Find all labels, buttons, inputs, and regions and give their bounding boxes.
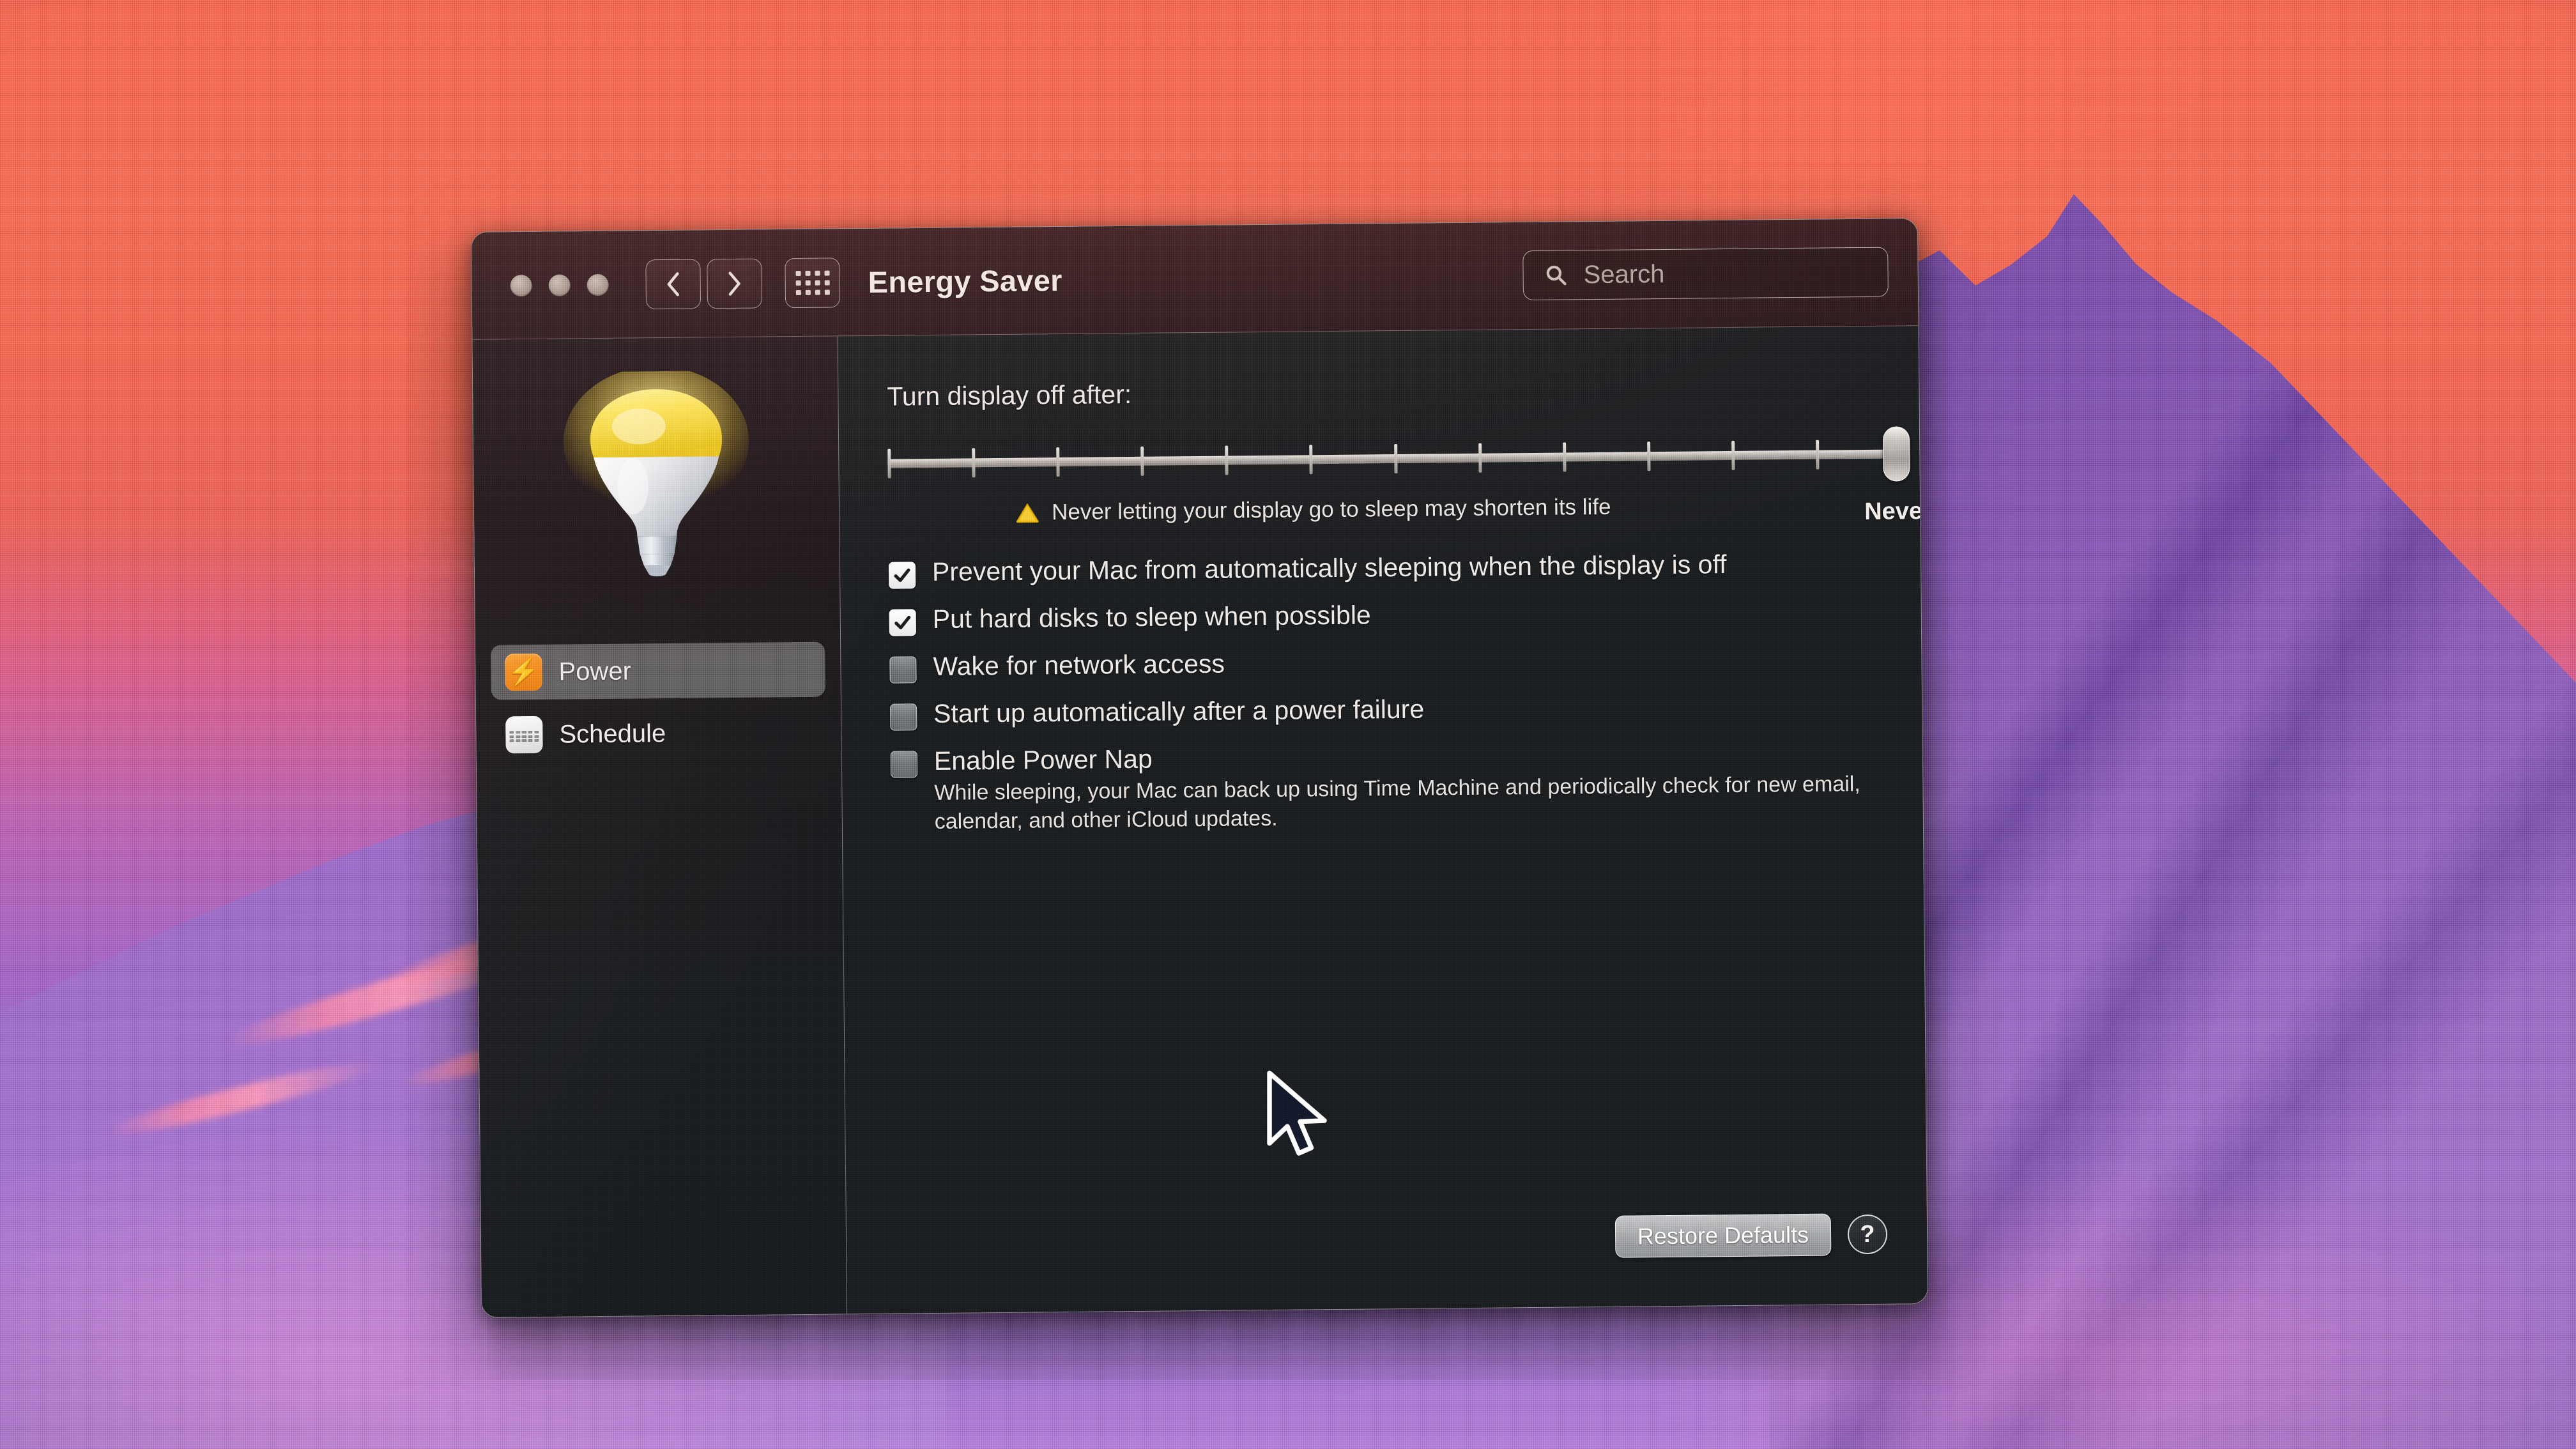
zoom-button[interactable] [586,273,609,296]
show-all-button[interactable] [785,257,841,308]
checkbox-list[interactable]: Prevent your Mac from automatically slee… [888,549,1923,836]
search-icon [1546,265,1567,286]
display-sleep-label: Turn display off after: [887,379,1132,411]
slider-tick [1478,443,1482,473]
sidebar-item-power[interactable]: ⚡ Power [491,641,825,700]
slider-tick [1562,442,1567,472]
grid-icon [795,270,830,295]
checkbox-label: Enable Power Nap [933,744,1153,776]
content-pane: Turn display off after: Never Never lett… [838,326,1928,1314]
search-field[interactable]: Search [1522,247,1889,301]
energy-saver-window[interactable]: Energy Saver Search ⚡ Power Schedule Tur… [470,218,1929,1318]
window-titlebar: Energy Saver Search [471,218,1919,340]
checkbox-startup-after-power-failure[interactable] [890,703,917,731]
slider-tick [1225,445,1229,475]
window-body: ⚡ Power Schedule Turn display off after: [472,326,1928,1317]
warning-triangle-icon [1016,503,1039,523]
slider-warning-text: Never letting your display go to sleep m… [1051,494,1611,525]
slider-tick [887,448,891,479]
mouse-cursor [1267,1070,1327,1156]
checkbox-label: Prevent your Mac from automatically slee… [931,549,1727,587]
help-button[interactable]: ? [1847,1214,1888,1255]
close-button[interactable] [510,274,532,296]
sidebar-item-schedule[interactable]: Schedule [491,705,826,763]
sky-glow-top-right [1661,0,2236,256]
forward-chevron-icon [728,271,740,296]
checkbox-hard-disk-sleep[interactable] [889,609,916,636]
checkmark-icon [894,615,911,629]
navigation-buttons[interactable] [645,258,763,309]
slider-tick [1816,440,1820,470]
checkbox-label: Wake for network access [933,648,1225,681]
sidebar-item-label: Schedule [559,719,666,749]
sidebar-item-label: Power [558,657,632,686]
lightbulb-icon [563,370,749,577]
checkbox-label: Start up automatically after a power fai… [933,694,1425,728]
search-placeholder: Search [1583,259,1665,289]
checkbox-row-wake-network[interactable]: Wake for network access [889,643,1921,684]
footer-buttons[interactable]: Restore Defaults ? [1614,1213,1888,1258]
checkbox-prevent-sleep[interactable] [888,562,916,589]
slider-tick [1056,447,1060,477]
checkbox-label: Put hard disks to sleep when possible [932,600,1371,634]
display-sleep-slider[interactable]: Never [887,426,1928,525]
slider-tick [1140,446,1144,476]
restore-defaults-button[interactable]: Restore Defaults [1614,1213,1832,1258]
sidebar-list[interactable]: ⚡ Power Schedule [491,641,826,770]
calendar-icon [505,716,543,754]
minimize-button[interactable] [548,273,571,296]
slider-value-label: Never [1864,497,1929,525]
checkbox-row-startup-after-power-failure[interactable]: Start up automatically after a power fai… [890,691,1922,731]
slider-thumb[interactable] [1882,426,1910,482]
back-button[interactable] [645,258,702,309]
checkbox-row-prevent-sleep[interactable]: Prevent your Mac from automatically slee… [888,549,1920,589]
slider-tick [1646,441,1651,471]
sidebar: ⚡ Power Schedule [472,336,848,1317]
slider-warning: Never letting your display go to sleep m… [1016,491,1920,526]
traffic-light-buttons[interactable] [510,273,609,296]
checkmark-icon [894,568,910,582]
power-nap-description: While sleeping, your Mac can back up usi… [934,772,1860,834]
checkbox-power-nap[interactable] [890,751,918,778]
page-title: Energy Saver [868,263,1062,299]
checkbox-row-hard-disk-sleep[interactable]: Put hard disks to sleep when possible [889,596,1921,636]
forward-button[interactable] [707,258,763,309]
slider-tick [1309,445,1314,475]
slider-tick [1393,444,1398,474]
slider-ticks [887,430,1913,479]
slider-tick [972,448,976,478]
slider-tick [1731,440,1735,470]
checkbox-wake-network[interactable] [889,656,917,684]
back-chevron-icon [667,272,679,296]
power-bolt-icon: ⚡ [505,653,542,691]
